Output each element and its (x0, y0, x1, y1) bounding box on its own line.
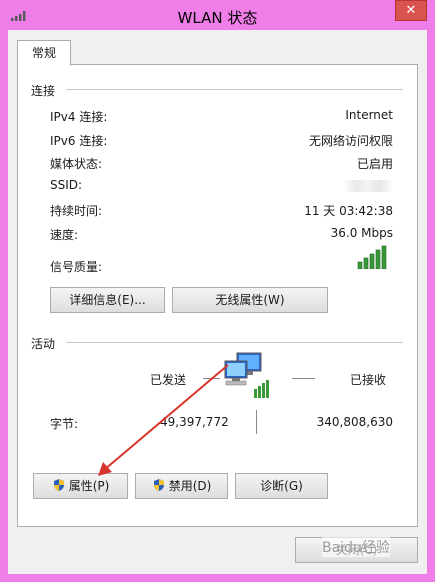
tab-general[interactable]: 常规 (17, 40, 71, 66)
window-frame: WLAN 状态 ✕ 常规 连接 IPv4 连接: Internet IPv6 连… (0, 0, 435, 582)
watermark: Baidu经验 (322, 537, 390, 557)
annotation-arrow (98, 364, 229, 476)
